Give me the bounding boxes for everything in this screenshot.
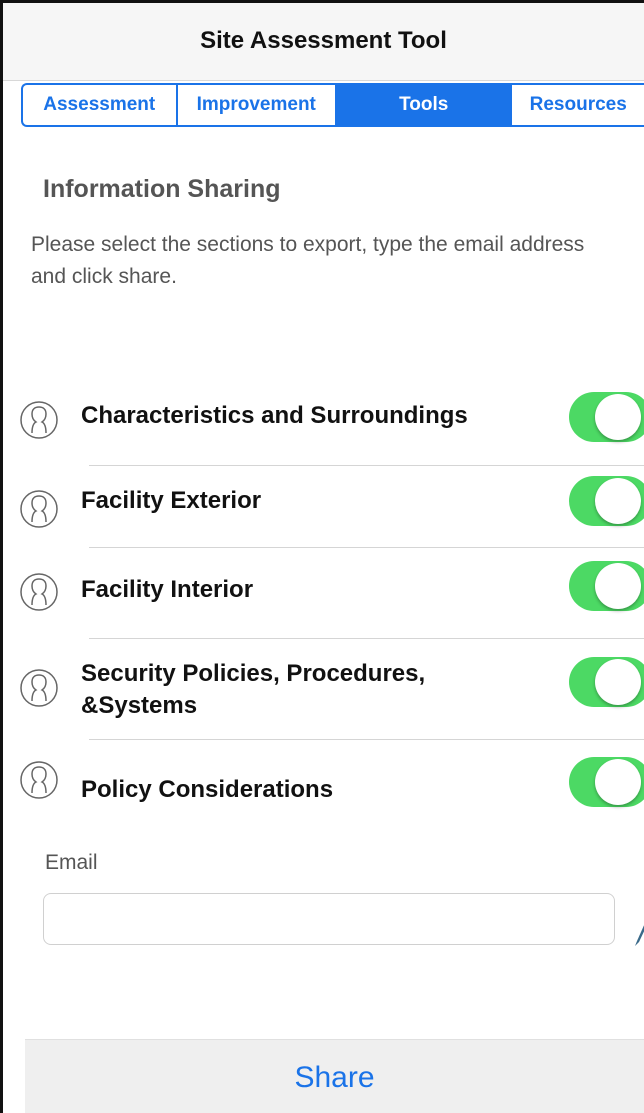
export-section-toggle[interactable]: [569, 392, 644, 442]
divider: [89, 638, 644, 639]
export-section-label: Security Policies, Procedures, &Systems: [81, 660, 426, 719]
share-button-label: Share: [294, 1061, 375, 1094]
divider: [89, 739, 644, 740]
tab-resources[interactable]: Resources: [512, 85, 644, 125]
toggle-knob: [595, 659, 641, 705]
title-bar: Site Assessment Tool: [3, 3, 644, 81]
person-outline-icon: [20, 490, 58, 528]
export-section-label: Characteristics and Surroundings: [81, 402, 468, 429]
export-section-toggle[interactable]: [569, 657, 644, 707]
export-section-toggle[interactable]: [569, 476, 644, 526]
export-section-toggle[interactable]: [569, 561, 644, 611]
email-label: Email: [45, 851, 98, 874]
person-outline-icon: [20, 573, 58, 611]
person-outline-icon: [20, 401, 58, 439]
person-outline-icon: [20, 669, 58, 707]
divider: [89, 547, 644, 548]
tab-tools[interactable]: Tools: [336, 85, 513, 125]
export-section-item: Security Policies, Procedures, &Systems: [3, 648, 644, 736]
tab-improvement[interactable]: Improvement: [178, 85, 337, 125]
email-field[interactable]: [43, 893, 615, 945]
toggle-knob: [595, 759, 641, 805]
pencil-icon[interactable]: [633, 921, 644, 947]
app-frame: Site Assessment Tool Assessment Improvem…: [0, 0, 644, 1113]
app-title: Site Assessment Tool: [200, 27, 447, 54]
export-section-item: Policy Considerations: [3, 748, 644, 828]
export-section-item: Facility Exterior: [3, 473, 644, 545]
tab-assessment[interactable]: Assessment: [23, 85, 178, 125]
export-section-item: Facility Interior: [3, 558, 644, 636]
export-section-toggle[interactable]: [569, 757, 644, 807]
person-outline-icon: [20, 761, 58, 799]
export-section-label: Facility Exterior: [81, 487, 262, 514]
export-section-label: Policy Considerations: [81, 776, 334, 803]
section-title: Information Sharing: [43, 175, 281, 203]
toggle-knob: [595, 563, 641, 609]
divider: [89, 465, 644, 466]
toggle-knob: [595, 394, 641, 440]
export-section-item: Characteristics and Surroundings: [3, 388, 644, 458]
share-button[interactable]: Share: [25, 1039, 644, 1113]
toggle-knob: [595, 478, 641, 524]
tab-bar: Assessment Improvement Tools Resources: [21, 83, 644, 127]
export-section-label: Facility Interior: [81, 576, 254, 603]
instructions-text: Please select the sections to export, ty…: [31, 233, 585, 288]
